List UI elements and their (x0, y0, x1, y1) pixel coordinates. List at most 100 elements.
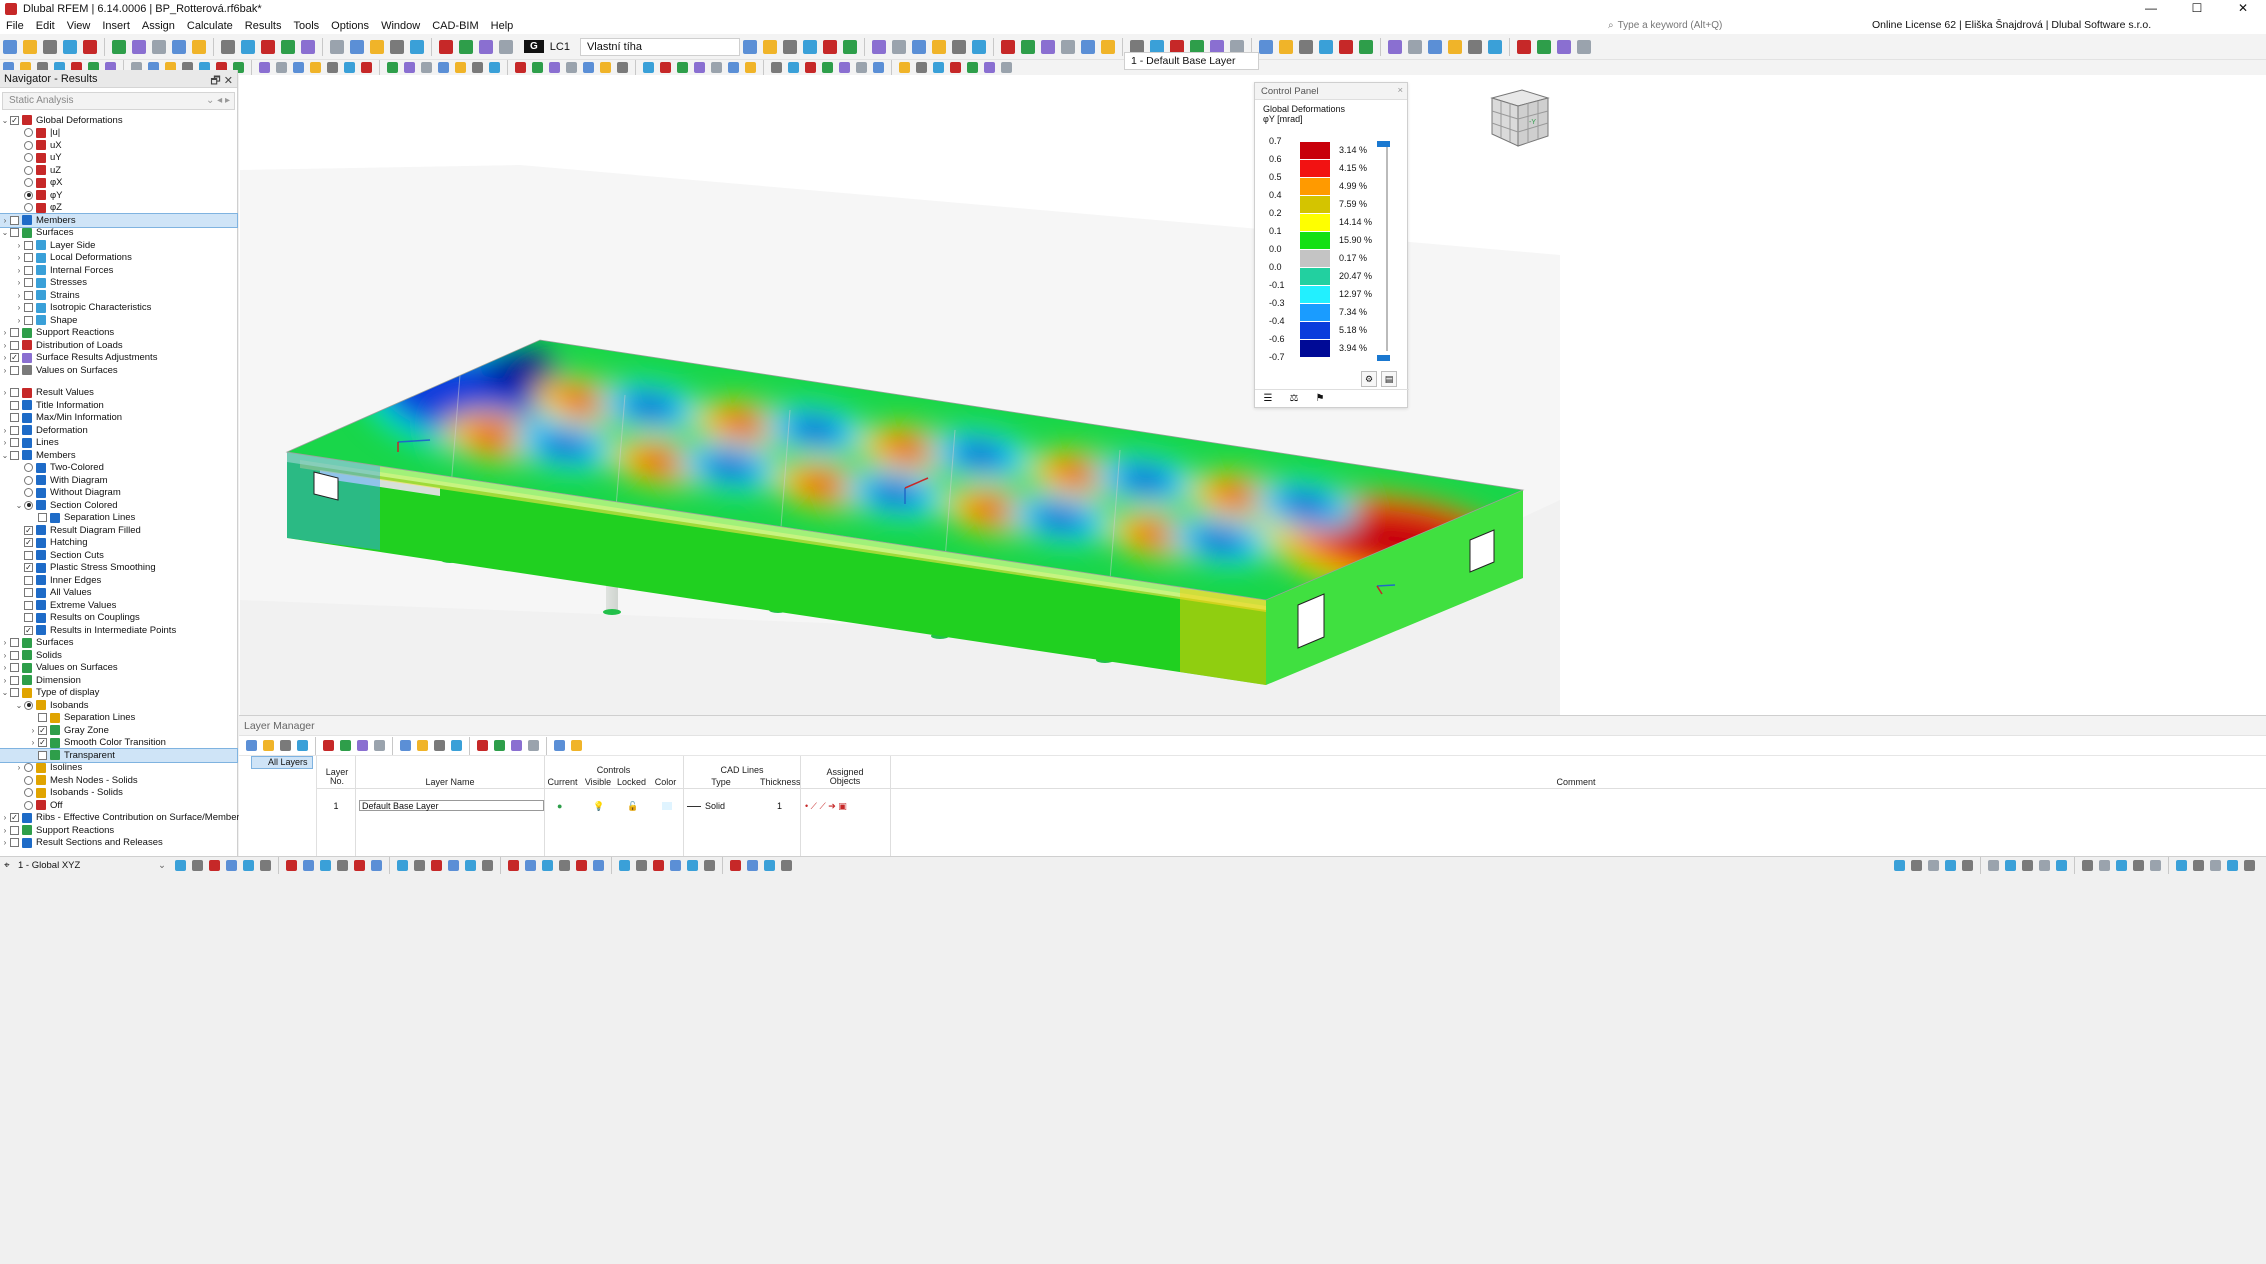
toolbar-button-icon[interactable] (525, 860, 536, 871)
tree-item[interactable]: › ✓ Ribs - Effective Contribution on Surfa… (0, 812, 240, 825)
toolbar-button-icon[interactable] (387, 62, 398, 73)
lock-icon[interactable]: 🔓 (627, 800, 638, 812)
minimize-button[interactable]: — (2128, 0, 2174, 17)
toolbar-button-icon[interactable] (542, 860, 553, 871)
toolbar-button-icon[interactable] (2193, 860, 2204, 871)
tree-item[interactable]: Inner Edges (0, 574, 237, 587)
navigation-cube[interactable]: -Y (1486, 86, 1554, 150)
toolbar-button-icon[interactable] (1962, 860, 1973, 871)
tree-item[interactable]: › Result Values (0, 387, 237, 400)
tree-item[interactable]: uZ (0, 164, 237, 177)
tree-item[interactable]: › Values on Surfaces (0, 662, 237, 675)
toolbar-button-icon[interactable] (479, 39, 493, 54)
toolbar-button-icon[interactable] (911, 39, 926, 54)
checkbox[interactable] (10, 638, 19, 648)
tree-item[interactable]: Transparent (0, 748, 238, 763)
checkbox[interactable] (10, 675, 19, 685)
tree-item[interactable]: Separation Lines (0, 712, 237, 725)
toolbar-button-icon[interactable] (583, 62, 594, 73)
tree-item[interactable]: ⌄ Section Colored (0, 499, 237, 512)
tree-item[interactable]: Results on Couplings (0, 612, 237, 625)
chevron-right-icon[interactable]: › (0, 341, 10, 350)
radio-button[interactable] (24, 128, 33, 138)
radio-button[interactable] (24, 190, 33, 200)
toolbar-button-icon[interactable] (172, 39, 186, 54)
checkbox[interactable]: ✓ (24, 538, 33, 548)
tree-item[interactable]: Mesh Nodes - Solids (0, 774, 237, 787)
tree-item[interactable]: φY (0, 189, 237, 202)
toolbar-button-icon[interactable] (762, 39, 777, 54)
tree-item[interactable]: ⌄ Type of display (0, 687, 237, 700)
toolbar-button-icon[interactable] (152, 39, 166, 54)
toolbar-button-icon[interactable] (2150, 860, 2161, 871)
checkbox[interactable] (24, 575, 33, 585)
toolbar-button-icon[interactable] (670, 860, 681, 871)
toolbar-button-icon[interactable] (781, 860, 792, 871)
chevron-right-icon[interactable]: › (0, 366, 10, 375)
tree-item[interactable]: › Lines (0, 437, 237, 450)
toolbar-button-icon[interactable] (559, 860, 570, 871)
toolbar-button-icon[interactable] (1894, 860, 1905, 871)
toolbar-button-icon[interactable] (1080, 39, 1095, 54)
tree-item[interactable]: › Shape (0, 314, 237, 327)
toolbar-button-icon[interactable] (226, 860, 237, 871)
menu-assign[interactable]: Assign (136, 20, 181, 32)
toolbar-button-icon[interactable] (434, 740, 445, 751)
toolbar-button-icon[interactable] (600, 62, 611, 73)
toolbar-button-icon[interactable] (745, 62, 756, 73)
toolbar-button-icon[interactable] (303, 860, 314, 871)
toolbar-button-icon[interactable] (477, 740, 488, 751)
tree-item[interactable]: › Layer Side (0, 239, 237, 252)
toolbar-button-icon[interactable] (617, 62, 628, 73)
maximize-button[interactable]: ☐ (2174, 0, 2220, 17)
tree-item[interactable]: › ✓ Smooth Color Transition (0, 737, 237, 750)
toolbar-button-icon[interactable] (950, 62, 961, 73)
menu-view[interactable]: View (61, 20, 97, 32)
checkbox[interactable] (10, 400, 19, 410)
checkbox[interactable] (24, 278, 33, 288)
checkbox[interactable] (24, 290, 33, 300)
menu-insert[interactable]: Insert (96, 20, 136, 32)
toolbar-button-icon[interactable] (511, 740, 522, 751)
toolbar-button-icon[interactable] (636, 860, 647, 871)
chevron-right-icon[interactable]: › (28, 738, 38, 747)
toolbar-button-icon[interactable] (1536, 39, 1551, 54)
toolbar-button-icon[interactable] (508, 860, 519, 871)
toolbar-button-icon[interactable] (421, 62, 432, 73)
toolbar-button-icon[interactable] (390, 39, 404, 54)
toolbar-button-icon[interactable] (653, 860, 664, 871)
toolbar-button-icon[interactable] (532, 62, 543, 73)
toolbar-button-icon[interactable] (967, 62, 978, 73)
tree-item[interactable]: › ✓ Gray Zone (0, 724, 237, 737)
radio-button[interactable] (24, 153, 33, 163)
toolbar-button-icon[interactable] (221, 39, 235, 54)
tree-item[interactable]: Two-Colored (0, 462, 237, 475)
menu-cad-bim[interactable]: CAD-BIM (426, 20, 484, 32)
toolbar-button-icon[interactable] (2176, 860, 2187, 871)
checkbox[interactable] (10, 650, 19, 660)
toolbar-button-icon[interactable] (842, 39, 857, 54)
load-case-name-dropdown[interactable]: Vlastní tíha (579, 37, 740, 56)
toolbar-button-icon[interactable] (374, 740, 385, 751)
toolbar-button-icon[interactable] (856, 62, 867, 73)
toolbar-button-icon[interactable] (371, 860, 382, 871)
toolbar-button-icon[interactable] (1447, 39, 1462, 54)
toolbar-button-icon[interactable] (1358, 39, 1373, 54)
toolbar-button-icon[interactable] (1516, 39, 1531, 54)
toolbar-button-icon[interactable] (933, 62, 944, 73)
checkbox[interactable] (24, 588, 33, 598)
toolbar-button-icon[interactable] (448, 860, 459, 871)
visible-bulb-icon[interactable]: 💡 (593, 800, 604, 812)
toolbar-button-icon[interactable] (677, 62, 688, 73)
chevron-right-icon[interactable]: › (0, 838, 10, 847)
checkbox[interactable]: ✓ (24, 563, 33, 573)
tree-item[interactable]: ✓ Plastic Stress Smoothing (0, 562, 237, 575)
toolbar-button-icon[interactable] (337, 860, 348, 871)
toolbar-button-icon[interactable] (2005, 860, 2016, 871)
tree-item[interactable]: Off (0, 799, 237, 812)
checkbox[interactable]: ✓ (24, 525, 33, 535)
structure-model[interactable] (239, 75, 2266, 715)
legend-range-slider[interactable] (1376, 141, 1390, 363)
radio-button[interactable] (24, 788, 33, 798)
toolbar-button-icon[interactable] (822, 39, 837, 54)
